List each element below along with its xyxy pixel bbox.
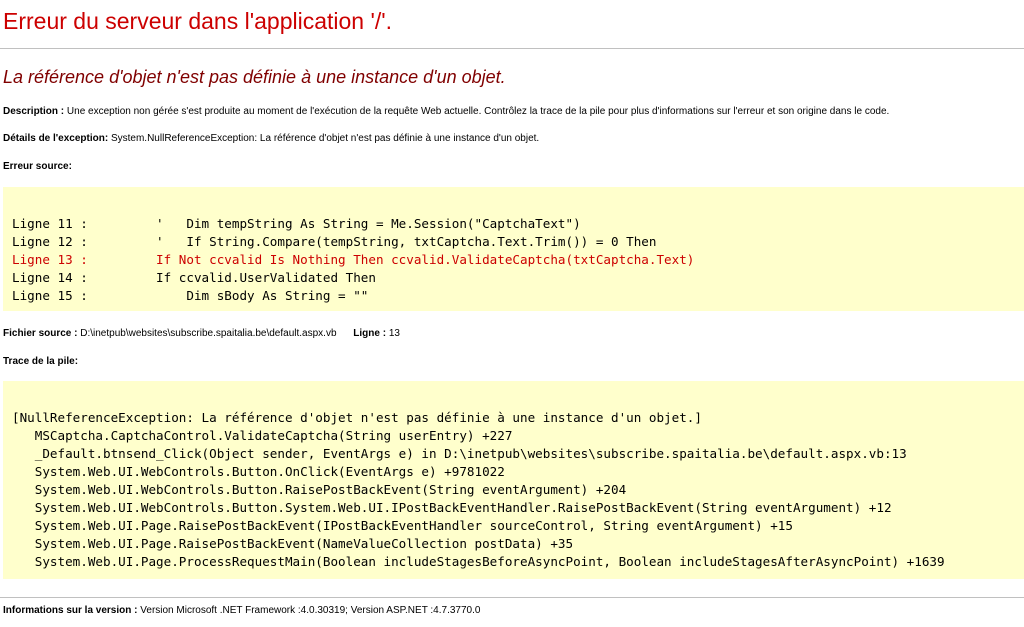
source-code-block: Ligne 11 : ' Dim tempString As String = …: [3, 187, 1024, 311]
description-section: Description : Une exception non gérée s'…: [3, 106, 889, 117]
stack-trace-line: System.Web.UI.WebControls.Button.System.…: [12, 500, 892, 515]
stack-trace-line: _Default.btnsend_Click(Object sender, Ev…: [12, 446, 907, 461]
exception-details-section: Détails de l'exception: System.NullRefer…: [3, 133, 539, 144]
stack-trace-line: System.Web.UI.Page.ProcessRequestMain(Bo…: [12, 554, 945, 569]
source-line-number: 13: [388, 328, 400, 339]
bottom-divider: [0, 597, 1024, 598]
stack-trace-line: MSCaptcha.CaptchaControl.ValidateCaptcha…: [12, 428, 513, 443]
source-file-section: Fichier source : D:\inetpub\websites\sub…: [3, 328, 400, 339]
stack-trace-line: System.Web.UI.Page.RaisePostBackEvent(Na…: [12, 536, 574, 551]
source-error-label: Erreur source:: [3, 161, 72, 172]
source-file-label: Fichier source :: [3, 328, 78, 339]
source-line-label: Ligne :: [353, 328, 387, 339]
source-code-line: Ligne 14 : If ccvalid.UserValidated Then: [12, 270, 376, 285]
stack-trace-line: System.Web.UI.Page.RaisePostBackEvent(IP…: [12, 518, 793, 533]
exception-details-label: Détails de l'exception:: [3, 133, 109, 144]
exception-details-text: System.NullReferenceException: La référe…: [110, 133, 540, 144]
version-info-text: Version Microsoft .NET Framework :4.0.30…: [140, 605, 481, 616]
stack-trace-label: Trace de la pile:: [3, 356, 79, 367]
description-label: Description :: [3, 106, 65, 117]
source-code-line: Ligne 15 : Dim sBody As String = "": [12, 288, 369, 303]
stack-trace-line: System.Web.UI.WebControls.Button.OnClick…: [12, 464, 505, 479]
top-divider: [0, 48, 1024, 49]
error-page: Erreur du serveur dans l'application '/'…: [0, 0, 1024, 627]
description-text: Une exception non gérée s'est produite a…: [66, 106, 890, 117]
version-info-label: Informations sur la version :: [3, 605, 138, 616]
source-code-line: Ligne 12 : ' If String.Compare(tempStrin…: [12, 234, 657, 249]
source-error-heading: Erreur source:: [3, 161, 72, 172]
stack-trace-line: [NullReferenceException: La référence d'…: [12, 410, 702, 425]
page-title: Erreur du serveur dans l'application '/'…: [3, 8, 393, 34]
source-code-error-line: Ligne 13 : If Not ccvalid Is Nothing The…: [12, 252, 695, 267]
stack-trace-line: System.Web.UI.WebControls.Button.RaisePo…: [12, 482, 627, 497]
error-subtitle: La référence d'objet n'est pas définie à…: [3, 67, 506, 87]
stack-trace-heading: Trace de la pile:: [3, 356, 78, 367]
stack-trace-block: [NullReferenceException: La référence d'…: [3, 381, 1024, 579]
version-info-section: Informations sur la version : Version Mi…: [3, 605, 480, 616]
source-code-line: Ligne 11 : ' Dim tempString As String = …: [12, 216, 581, 231]
source-file-path: D:\inetpub\websites\subscribe.spaitalia.…: [80, 328, 337, 339]
